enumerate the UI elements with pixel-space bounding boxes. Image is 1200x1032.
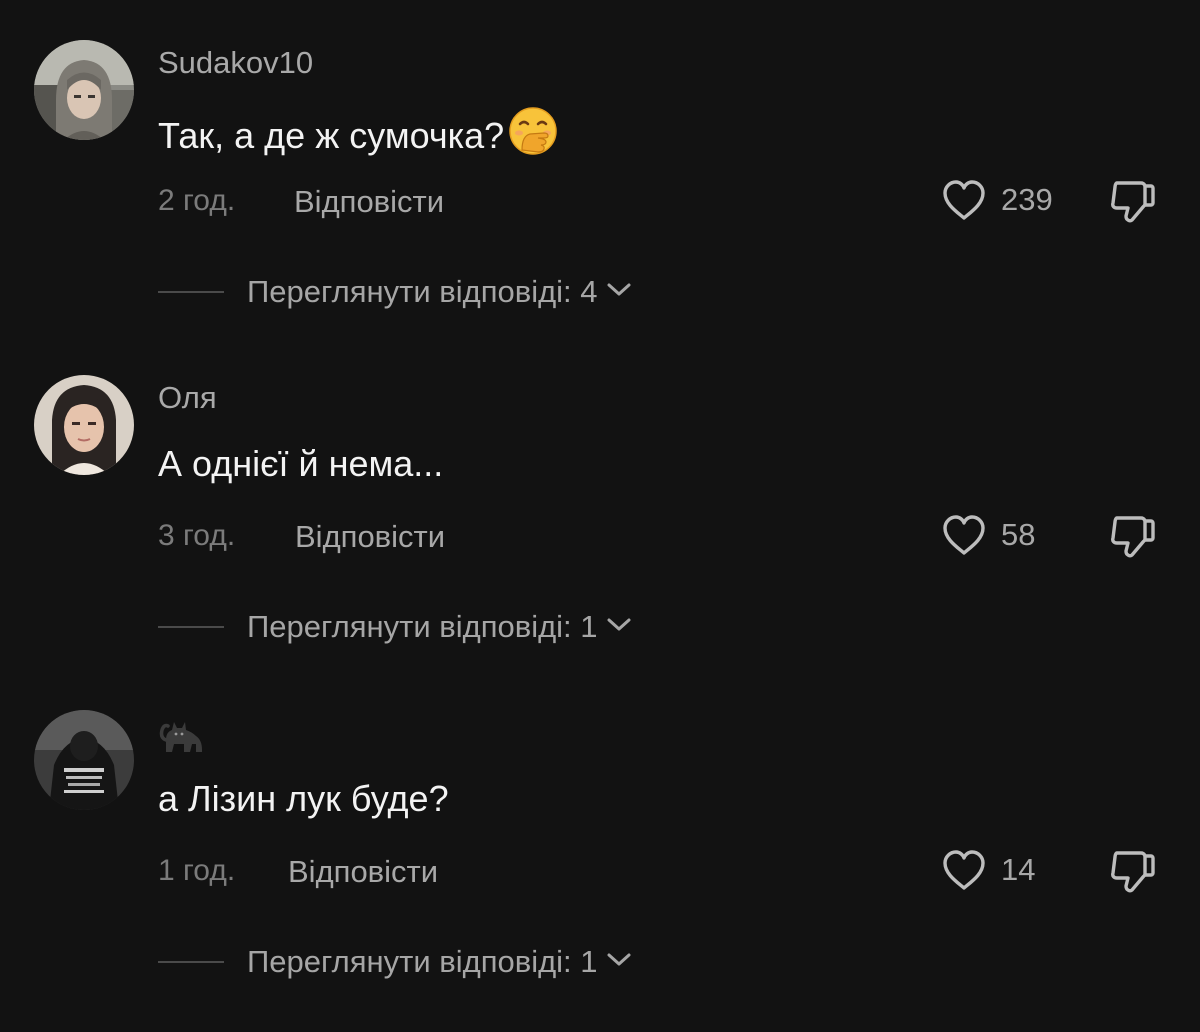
comment-item: а Лізин лук буде? 1 год. Відповісти 14 П… [0,670,1200,1005]
view-replies-label: Переглянути відповіді: 1 [247,944,598,979]
black-cat-emoji-icon [158,722,206,763]
chevron-down-icon [606,617,632,638]
like-button[interactable]: 14 [941,850,1035,890]
dislike-button[interactable] [1108,848,1156,899]
view-replies-button[interactable]: Переглянути відповіді: 1 [158,942,632,982]
dislike-button[interactable] [1108,178,1156,229]
thumbs-down-outline-icon [1108,851,1156,898]
thumbs-down-outline-icon [1108,181,1156,228]
dislike-button[interactable] [1108,513,1156,564]
comment-text-content: а Лізин лук буде? [158,778,449,819]
chevron-down-icon [606,952,632,973]
heart-outline-icon [941,849,987,891]
view-replies-label: Переглянути відповіді: 4 [247,274,598,309]
like-button[interactable]: 58 [941,515,1035,555]
comment-item: Sudakov10 Так, а де ж сумочка? 2 год. Ві… [0,0,1200,335]
comment-timestamp: 2 год. [158,184,236,217]
reply-button[interactable]: Відповісти [295,519,445,555]
heart-outline-icon [941,514,987,556]
like-count: 239 [1001,182,1053,217]
comment-timestamp: 3 год. [158,519,236,552]
avatar[interactable] [34,40,134,140]
avatar[interactable] [34,375,134,475]
comment-actions: 1 год. Відповісти 14 [158,850,1158,893]
heart-outline-icon [941,179,987,221]
like-count: 58 [1001,517,1036,552]
reply-button[interactable]: Відповісти [294,184,444,220]
comment-text-content: А однієї й нема... [158,443,444,484]
divider [158,626,224,628]
like-count: 14 [1001,852,1036,887]
like-button[interactable]: 239 [941,180,1053,220]
divider [158,291,224,293]
comment-timestamp: 1 год. [158,854,236,887]
view-replies-label: Переглянути відповіді: 1 [247,609,598,644]
chevron-down-icon [606,282,632,303]
comment-text: а Лізин лук буде? [158,778,449,820]
comment-actions: 3 год. Відповісти 58 [158,515,1158,558]
reply-button[interactable]: Відповісти [288,854,438,890]
comment-username[interactable] [158,710,206,764]
thumbs-down-outline-icon [1108,516,1156,563]
view-replies-button[interactable]: Переглянути відповіді: 1 [158,607,632,647]
comment-username[interactable]: Оля [158,380,217,416]
comment-username[interactable]: Sudakov10 [158,45,313,81]
avatar[interactable] [34,710,134,810]
comment-text: Так, а де ж сумочка? [158,106,558,165]
divider [158,961,224,963]
hand-over-mouth-emoji-icon [508,106,558,165]
view-replies-button[interactable]: Переглянути відповіді: 4 [158,272,632,312]
comment-text-content: Так, а де ж сумочка? [158,114,505,156]
comment-actions: 2 год. Відповісти 239 [158,180,1158,223]
comment-item: Оля А однієї й нема... 3 год. Відповісти… [0,335,1200,670]
comment-text: А однієї й нема... [158,443,443,485]
